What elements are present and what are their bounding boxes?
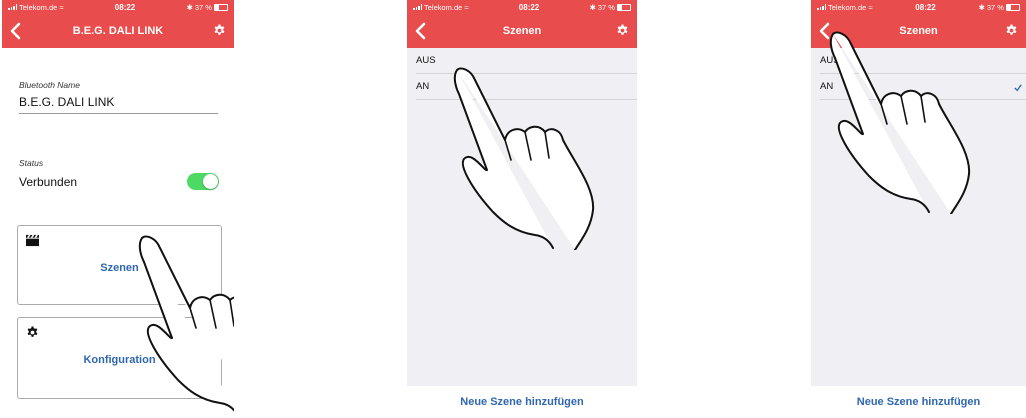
toggle-knob <box>203 174 218 189</box>
gear-icon <box>27 326 38 337</box>
row-divider <box>416 99 637 100</box>
bluetooth-name-label: Bluetooth Name <box>19 80 80 90</box>
clock-label: 08:22 <box>114 2 136 12</box>
carrier-label: Telekom.de <box>828 2 867 12</box>
battery-icon <box>1005 3 1020 11</box>
gear-icon[interactable] <box>213 24 226 37</box>
nav-bar: B.E.G. DALI LINK <box>2 14 234 48</box>
scenes-selected-screen: Telekom.de ≈ 08:22 ✱ 37 % Szenen AUS AN … <box>811 0 1026 418</box>
status-label: Status <box>19 158 44 168</box>
list-item[interactable]: AUS <box>811 48 1026 73</box>
battery-percent: 37 % <box>597 2 615 12</box>
battery-percent: 37 % <box>194 2 212 12</box>
bluetooth-status-icon: ✱ <box>186 2 193 12</box>
carrier-label: Telekom.de <box>424 2 463 12</box>
nav-bar: Szenen <box>811 14 1026 48</box>
list-item[interactable]: AN <box>407 74 637 99</box>
scene-label: AN <box>416 81 430 92</box>
device-settings-screen: Telekom.de ≈ 08:22 ✱ 37 % B.E.G. DALI LI… <box>2 0 234 418</box>
configuration-tile-label: Konfiguration <box>83 354 156 366</box>
status-value: Verbunden <box>19 175 78 189</box>
wifi-icon: ≈ <box>59 2 64 12</box>
wifi-icon: ≈ <box>868 2 873 12</box>
list-item[interactable]: AUS <box>407 48 637 73</box>
scenes-tile[interactable]: Szenen <box>17 225 222 305</box>
page-title: Szenen <box>502 25 542 37</box>
clock-label: 08:22 <box>518 2 540 12</box>
signal-icon <box>413 4 422 10</box>
scenes-tile-label: Szenen <box>100 262 139 274</box>
status-bar: Telekom.de ≈ 08:22 ✱ 37 % <box>2 0 234 14</box>
scenes-list-screen: Telekom.de ≈ 08:22 ✱ 37 % Szenen AUS AN … <box>407 0 637 418</box>
carrier-label: Telekom.de <box>19 2 58 12</box>
bluetooth-name-field[interactable]: B.E.G. DALI LINK <box>19 95 114 109</box>
gear-icon[interactable] <box>1005 24 1018 37</box>
bluetooth-status-icon: ✱ <box>589 2 596 12</box>
page-title: Szenen <box>899 25 938 37</box>
list-item[interactable]: AN <box>811 74 1026 99</box>
checkmark-icon <box>1014 84 1022 92</box>
wifi-icon: ≈ <box>464 2 469 12</box>
row-divider <box>820 99 1026 100</box>
battery-icon <box>213 3 228 11</box>
back-chevron-icon[interactable] <box>413 22 429 40</box>
scene-label: AN <box>820 81 834 92</box>
scene-label: AUS <box>416 55 436 66</box>
nav-bar: Szenen <box>407 14 637 48</box>
bluetooth-status-icon: ✱ <box>978 2 985 12</box>
add-scene-button[interactable]: Neue Szene hinzufügen <box>811 386 1026 418</box>
back-chevron-icon[interactable] <box>817 22 833 40</box>
battery-icon <box>616 3 631 11</box>
signal-icon <box>817 4 826 10</box>
configuration-tile[interactable]: Konfiguration <box>17 317 222 399</box>
clock-label: 08:22 <box>915 2 936 12</box>
back-chevron-icon[interactable] <box>8 22 24 40</box>
page-title: B.E.G. DALI LINK <box>72 25 164 37</box>
clapperboard-icon <box>26 234 39 247</box>
status-bar: Telekom.de ≈ 08:22 ✱ 37 % <box>811 0 1026 14</box>
battery-percent: 37 % <box>986 2 1004 12</box>
bluetooth-name-underline <box>19 113 218 114</box>
scene-label: AUS <box>820 55 840 66</box>
gear-icon[interactable] <box>616 24 629 37</box>
status-bar: Telekom.de ≈ 08:22 ✱ 37 % <box>407 0 637 14</box>
add-scene-button[interactable]: Neue Szene hinzufügen <box>407 386 637 418</box>
connection-toggle[interactable] <box>187 173 219 190</box>
signal-icon <box>8 4 17 10</box>
